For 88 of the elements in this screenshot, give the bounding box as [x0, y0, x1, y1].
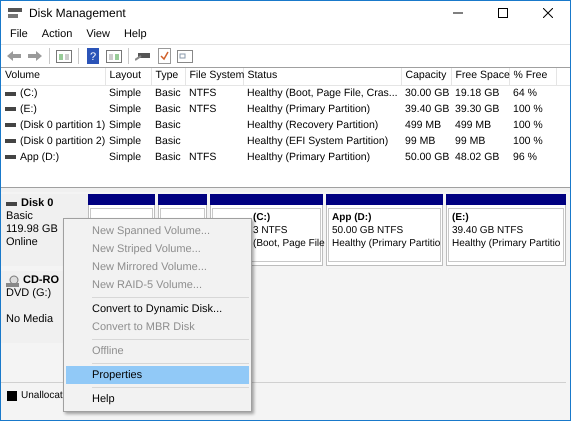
table-cell: Healthy (Primary Partition) — [247, 102, 370, 114]
table-cell: Simple — [109, 150, 142, 162]
table-cell: 39.40 GB — [405, 102, 450, 114]
partition-info: 3 NTFS — [253, 224, 288, 237]
partition-name: App (D:) — [332, 211, 372, 224]
table-cell: Basic — [155, 102, 181, 114]
disk-info: Online — [6, 236, 39, 249]
checklist-button[interactable] — [155, 47, 173, 65]
partition-info: Healthy (Primary Partitio — [452, 237, 560, 250]
table-cell: 19.18 GB — [455, 86, 500, 99]
table-cell: Simple — [109, 86, 142, 99]
table-cell: NTFS — [189, 86, 216, 99]
partition-header-bar — [158, 194, 207, 205]
table-cell: Simple — [109, 102, 142, 114]
table-cell: Simple — [109, 134, 142, 146]
table-cell: Basic — [155, 134, 181, 146]
properties-button[interactable] — [176, 47, 194, 65]
column-header[interactable]: Free Space — [451, 68, 509, 85]
drive-icon — [5, 107, 16, 112]
app-icon — [7, 6, 23, 20]
partition-info: 39.40 GB NTFS — [452, 224, 524, 237]
table-cell: Simple — [109, 118, 142, 130]
column-header[interactable]: Capacity — [401, 68, 451, 85]
action-pane-button[interactable] — [105, 47, 123, 65]
table-cell: NTFS — [189, 102, 216, 114]
table-cell-text: (E:) — [20, 102, 37, 117]
table-cell: 39.30 GB — [455, 102, 500, 114]
table-cell: NTFS — [189, 150, 216, 162]
menu-item[interactable]: View — [79, 26, 117, 43]
help-button[interactable]: ? — [84, 47, 102, 65]
column-header[interactable]: Layout — [105, 68, 151, 85]
table-cell: 100 % — [513, 102, 543, 114]
partition-info: Healthy (Primary Partitio — [332, 237, 440, 250]
menu-item[interactable]: File — [3, 26, 35, 43]
column-header[interactable]: % Free — [509, 68, 556, 85]
drive-icon — [5, 123, 16, 128]
drive-icon — [5, 139, 16, 144]
table-cell: 64 % — [513, 86, 537, 99]
table-cell: 499 MB — [405, 118, 442, 130]
menu-item[interactable]: Properties — [66, 366, 249, 384]
table-cell: 499 MB — [455, 118, 492, 130]
table-cell: Healthy (EFI System Partition) — [247, 134, 388, 146]
table-cell: Healthy (Primary Partition) — [247, 150, 370, 162]
close-icon — [542, 8, 552, 18]
table-cell: Basic — [155, 118, 181, 130]
table-cell: 96 % — [513, 150, 537, 162]
partition-info: (Boot, Page File — [253, 237, 325, 250]
column-header[interactable]: Status — [243, 68, 401, 85]
table-cell: 48.02 GB — [455, 150, 500, 162]
table-cell: 100 % — [513, 118, 543, 130]
table-cell-text: (Disk 0 partition 2) — [20, 134, 106, 149]
table-cell: Basic — [155, 150, 181, 162]
partition-name: (E:) — [452, 211, 469, 224]
disk-info: Basic — [6, 210, 34, 223]
partition-info: 50.00 GB NTFS — [332, 224, 404, 237]
table-cell: 99 MB — [405, 134, 436, 146]
partition[interactable]: (E:) 39.40 GB NTFS Healthy (Primary Partitio — [446, 194, 566, 266]
table-cell-text: App (D:) — [20, 150, 60, 165]
table-cell: 99 MB — [455, 134, 486, 146]
disk-name: CD-RO — [23, 274, 60, 287]
table-cell: 30.00 GB — [405, 86, 450, 99]
table-cell-text: (C:) — [20, 86, 38, 101]
partition[interactable]: App (D:) 50.00 GB NTFS Healthy (Primary Partitio — [326, 194, 443, 266]
table-cell: 100 % — [513, 134, 543, 146]
partition-header-bar — [88, 194, 155, 205]
drive-icon — [5, 155, 16, 160]
cd-drive-icon — [6, 274, 19, 286]
disk-info: 119.98 GB — [6, 223, 59, 236]
partition-name: (C:) — [253, 211, 270, 224]
menu-item[interactable]: Help — [66, 390, 249, 408]
disk-name: Disk 0 — [21, 197, 54, 210]
drive-icon — [5, 92, 16, 96]
column-header[interactable]: Type — [151, 68, 185, 85]
maximize-icon — [498, 8, 508, 18]
column-header[interactable]: Volume — [1, 68, 105, 85]
menu-item[interactable]: Help — [116, 26, 154, 43]
table-cell: Healthy (Recovery Partition) — [247, 118, 378, 130]
table-cell: Basic — [155, 86, 181, 99]
console-tree-button[interactable] — [55, 47, 73, 65]
window-title: Disk Management — [29, 5, 126, 22]
disk-info: DVD (G:) — [6, 287, 52, 300]
column-header[interactable]: File System — [185, 68, 243, 85]
table-cell: Healthy (Boot, Page File, Cras... — [247, 86, 398, 99]
legend-label: Unallocat — [21, 389, 63, 403]
menu-item[interactable]: Action — [34, 26, 80, 43]
table-cell-text: (Disk 0 partition 1) — [20, 118, 106, 133]
table-cell: 50.00 GB — [405, 150, 450, 162]
disk-info: No Media — [6, 313, 54, 326]
